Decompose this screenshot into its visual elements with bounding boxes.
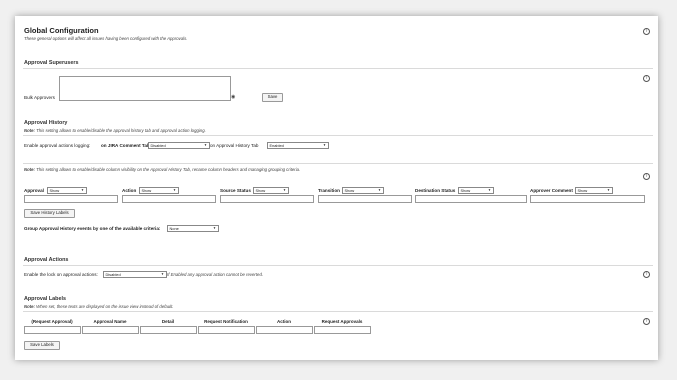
- select-value: Show: [49, 188, 60, 193]
- bulk-approvers-label: Bulk Approvers: [24, 95, 55, 100]
- select-value: Show: [460, 188, 471, 193]
- history-tab-select[interactable]: Enabled ▼: [267, 142, 329, 149]
- column-source-status-input[interactable]: [220, 195, 314, 203]
- superusers-heading: Approval Superusers: [24, 60, 79, 66]
- chevron-down-icon: ▼: [607, 188, 610, 192]
- history-note-text: This setting allows to enable/disable th…: [34, 128, 206, 133]
- column-action-select[interactable]: Show ▼: [139, 187, 179, 194]
- column-transition-label: Transition: [318, 188, 340, 193]
- chevron-down-icon: ▼: [213, 226, 216, 230]
- bulk-approvers-textarea[interactable]: [59, 76, 231, 101]
- chevron-down-icon: ▼: [323, 143, 326, 147]
- chevron-down-icon: ▼: [204, 143, 207, 147]
- note-prefix: Note:: [24, 128, 35, 133]
- label-input-request-notification[interactable]: [198, 326, 255, 334]
- comment-tab-select[interactable]: Disabled ▼: [148, 142, 210, 149]
- help-icon[interactable]: ?: [643, 28, 650, 35]
- eye-icon[interactable]: ◉: [231, 94, 235, 100]
- history-note2-text: This setting allows to enable/disable co…: [34, 167, 301, 172]
- divider: [23, 68, 653, 69]
- select-value: Show: [344, 188, 355, 193]
- global-configuration-panel: Global Configuration These general optio…: [15, 16, 658, 360]
- select-value: Show: [141, 188, 152, 193]
- column-approver-comment-label: Approver Comment: [530, 188, 573, 193]
- lock-note: If Enabled any approval action cannot be…: [167, 272, 264, 277]
- label-col-request-approval: (Request Approval): [31, 319, 73, 324]
- page-title: Global Configuration: [24, 26, 99, 35]
- label-input-request-approval[interactable]: [24, 326, 81, 334]
- group-criteria-select[interactable]: None ▼: [167, 225, 219, 232]
- lock-select[interactable]: Disabled ▼: [103, 271, 167, 278]
- chevron-down-icon: ▼: [378, 188, 381, 192]
- divider: [23, 265, 653, 266]
- column-action-input[interactable]: [122, 195, 216, 203]
- label-input-action[interactable]: [256, 326, 313, 334]
- save-history-labels-button[interactable]: Save History Labels: [24, 209, 75, 218]
- label-input-request-approvals[interactable]: [314, 326, 371, 334]
- comment-tab-value: Disabled: [150, 143, 166, 148]
- group-criteria-label: Group Approval History events by one of …: [24, 226, 161, 231]
- note-prefix: Note:: [24, 304, 35, 309]
- column-source-status-label: Source Status: [220, 188, 251, 193]
- divider: [23, 163, 653, 164]
- column-destination-status-label: Destination Status: [415, 188, 456, 193]
- chevron-down-icon: ▼: [283, 188, 286, 192]
- select-value: Show: [577, 188, 588, 193]
- help-icon[interactable]: ?: [643, 318, 650, 325]
- chevron-down-icon: ▼: [488, 188, 491, 192]
- label-col-request-approvals: Request Approvals: [321, 319, 363, 324]
- label-input-detail[interactable]: [140, 326, 197, 334]
- divider: [23, 135, 653, 136]
- lock-label: Enable the lock on approval actions:: [24, 272, 98, 277]
- column-destination-status-input[interactable]: [415, 195, 527, 203]
- logging-label: Enable approval actions logging:: [24, 143, 91, 148]
- column-source-status-select[interactable]: Show ▼: [253, 187, 289, 194]
- page-subtitle: These general options will affect all is…: [24, 36, 188, 41]
- label-col-request-notification: Request Notification: [204, 319, 248, 324]
- help-icon[interactable]: ?: [643, 271, 650, 278]
- labels-note: Note: When set, these texts are displaye…: [24, 304, 174, 309]
- column-approver-comment-input[interactable]: [530, 195, 645, 203]
- save-labels-button[interactable]: Save Labels: [24, 341, 60, 350]
- column-action-label: Action: [122, 188, 137, 193]
- select-value: None: [169, 226, 179, 231]
- column-approval-label: Approval: [24, 188, 44, 193]
- history-note: Note: This setting allows to enable/disa…: [24, 128, 206, 133]
- history-heading: Approval History: [24, 120, 68, 126]
- help-icon[interactable]: ?: [643, 75, 650, 82]
- select-value: Show: [255, 188, 266, 193]
- note-prefix: Note:: [24, 167, 35, 172]
- label-col-detail: Detail: [161, 319, 175, 324]
- save-superusers-button[interactable]: Save: [262, 93, 283, 102]
- chevron-down-icon: ▼: [173, 188, 176, 192]
- history-tab-label-text: on Approval History Tab: [210, 143, 259, 148]
- comment-tab-label: on JIRA Comment Tab: [101, 143, 150, 148]
- divider: [23, 311, 653, 312]
- column-transition-select[interactable]: Show ▼: [342, 187, 384, 194]
- column-approval-input[interactable]: [24, 195, 118, 203]
- select-value: Disabled: [105, 272, 121, 277]
- help-icon[interactable]: ?: [643, 173, 650, 180]
- label-input-approval-name[interactable]: [82, 326, 139, 334]
- chevron-down-icon: ▼: [81, 188, 84, 192]
- column-destination-status-select[interactable]: Show ▼: [458, 187, 494, 194]
- labels-note-text: When set, these texts are displayed on t…: [34, 304, 174, 309]
- labels-heading: Approval Labels: [24, 296, 66, 302]
- column-approval-select[interactable]: Show ▼: [47, 187, 87, 194]
- chevron-down-icon: ▼: [161, 272, 164, 276]
- label-col-approval-name: Approval Name: [93, 319, 127, 324]
- history-tab-label: on Approval History Tab: [210, 143, 258, 148]
- column-transition-input[interactable]: [318, 195, 412, 203]
- actions-heading: Approval Actions: [24, 257, 69, 263]
- label-col-action: Action: [277, 319, 291, 324]
- history-tab-value: Enabled: [269, 143, 284, 148]
- column-approver-comment-select[interactable]: Show ▼: [575, 187, 613, 194]
- history-note-2: Note: This setting allows to enable/disa…: [24, 167, 300, 172]
